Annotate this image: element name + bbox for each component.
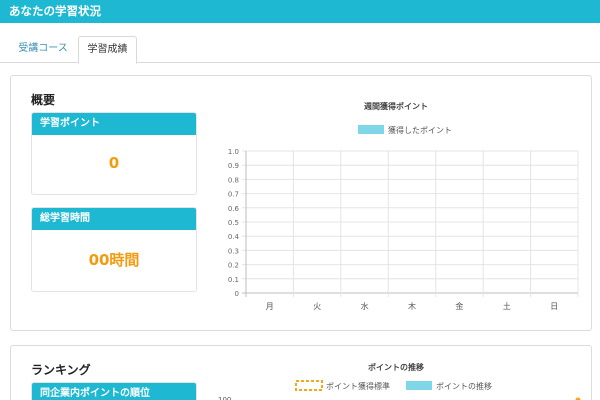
x-tick-label: 日	[550, 302, 558, 311]
ranking-title: ランキング	[31, 363, 91, 377]
time-value: 00時間	[88, 251, 140, 269]
y-tick-label: 0.1	[228, 276, 239, 284]
x-tick-label: 月	[266, 302, 274, 311]
legend-trend-swatch	[406, 381, 432, 390]
point-trend-chart: ポイント獲得標準 ポイントの推移 100	[218, 380, 581, 400]
tab-learning-results[interactable]: 学習成績	[78, 36, 137, 64]
weekly-chart-x-axis: 月火水木金土日	[266, 301, 559, 311]
time-card-label: 総学習時間	[32, 208, 196, 230]
time-card: 総学習時間 00時間	[31, 207, 197, 292]
y-tick-label: 0.8	[228, 176, 239, 184]
points-value: 0	[108, 154, 120, 172]
y-tick-label: 0.7	[228, 191, 239, 199]
rank-card: 同企業内ポイントの順位	[31, 382, 197, 400]
tab-bar: 受講コース 学習成績	[0, 36, 600, 64]
y-tick-label: 0.5	[228, 219, 239, 227]
tab-enrolled-courses[interactable]: 受講コース	[10, 36, 76, 63]
x-tick-label: 火	[313, 302, 321, 311]
overview-title: 概要	[31, 93, 56, 107]
legend-trend-label: ポイントの推移	[436, 381, 492, 391]
x-tick-label: 水	[361, 301, 369, 311]
x-tick-label: 土	[503, 301, 511, 311]
overview-panel: 概要 学習ポイント 0 総学習時間 00時間 週間獲得ポイント 獲得したポイント…	[10, 75, 592, 331]
weekly-legend-swatch	[358, 125, 384, 134]
y-tick-label: 0.6	[228, 205, 240, 213]
weekly-legend-label: 獲得したポイント	[388, 125, 452, 135]
weekly-points-chart: 獲得したポイント 0 0.1 0.2 0.3 0.4 0.5 0.6 0.7 0.8 0.9 1.0…	[228, 125, 579, 311]
weekly-chart-title: 週間獲得ポイント	[364, 102, 428, 111]
header-bar: あなたの学習状況	[0, 0, 600, 23]
legend-standard-swatch	[295, 380, 323, 391]
points-card-label: 学習ポイント	[32, 113, 196, 135]
x-tick-label: 金	[455, 301, 463, 311]
ranking-panel: ランキング 同企業内ポイントの順位 ポイントの推移 ポイント獲得標準 ポイントの…	[10, 345, 592, 400]
legend-standard-label: ポイント獲得標準	[326, 381, 390, 391]
trend-chart-title: ポイントの推移	[368, 363, 424, 372]
trend-y-top-label: 100	[218, 396, 231, 400]
y-tick-label: 1.0	[228, 148, 239, 156]
y-tick-label: 0.3	[228, 247, 239, 255]
y-tick-label: 0.4	[228, 233, 240, 241]
y-tick-label: 0	[235, 290, 239, 298]
rank-card-label: 同企業内ポイントの順位	[32, 383, 196, 400]
x-tick-label: 木	[408, 301, 416, 311]
weekly-chart-grid	[242, 150, 579, 297]
y-tick-label: 0.2	[228, 262, 239, 270]
points-card: 学習ポイント 0	[31, 112, 197, 195]
y-tick-label: 0.9	[228, 162, 239, 170]
learning-status-page: あなたの学習状況 受講コース 学習成績 概要 学習ポイント 0 総学習時間 00…	[0, 0, 600, 400]
weekly-chart-y-axis: 0 0.1 0.2 0.3 0.4 0.5 0.6 0.7 0.8 0.9 1.0	[228, 148, 240, 298]
page-title: あなたの学習状況	[9, 4, 101, 18]
